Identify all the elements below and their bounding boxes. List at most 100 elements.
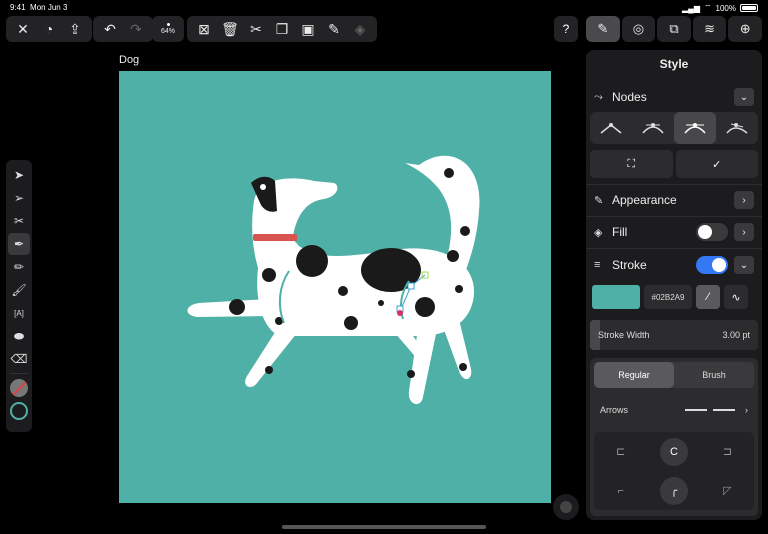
- battery-percent: 100%: [715, 3, 736, 13]
- appearance-row[interactable]: ✎ Appearance ›: [586, 185, 762, 215]
- close-icon[interactable]: ✕: [12, 18, 34, 40]
- trash-icon[interactable]: 🗑: [219, 18, 241, 40]
- stroke-width-slider[interactable]: Stroke Width 3.00 pt: [590, 320, 758, 350]
- redo-icon[interactable]: ↷: [125, 18, 147, 40]
- nodes-section-header[interactable]: ⤳ Nodes ⌄: [586, 82, 762, 112]
- fill-swatch[interactable]: [8, 377, 30, 399]
- tab-style[interactable]: ✎: [586, 16, 620, 42]
- scissors-tool-icon[interactable]: ✂: [8, 210, 30, 232]
- home-indicator: [282, 525, 486, 529]
- chevron-right-icon[interactable]: ›: [734, 191, 754, 209]
- stroke-options: Regular Brush Arrows › ⊏ C ⊐ ⌐ ╭ ◸: [590, 358, 758, 516]
- miter-join-button[interactable]: ⌐: [594, 471, 647, 510]
- selection-tool-icon[interactable]: ➤: [8, 164, 30, 186]
- smart-node-button[interactable]: [716, 112, 758, 144]
- battery-icon: [740, 4, 758, 12]
- pencil-tool-icon[interactable]: ✏: [8, 256, 30, 278]
- eyedropper-icon[interactable]: ⁄: [696, 285, 720, 309]
- round-join-button[interactable]: ╭: [647, 471, 700, 510]
- deselect-icon[interactable]: ⊠: [193, 18, 215, 40]
- plus-icon: ⊕: [739, 21, 751, 36]
- copy-style-icon[interactable]: ✎: [323, 18, 345, 40]
- document-toolbar: ✕ ◔ ⇪: [6, 16, 92, 42]
- status-right: ▂▄▆ ⌔ 100%: [682, 3, 758, 13]
- shape-tool-icon[interactable]: ⬬: [8, 325, 30, 347]
- nodes-label: Nodes: [612, 90, 647, 104]
- quick-action-button[interactable]: [553, 494, 579, 520]
- paste-icon[interactable]: ▣: [297, 18, 319, 40]
- history-toolbar: ↶ ↷: [93, 16, 153, 42]
- layers-icon: ≋: [704, 21, 716, 36]
- copy-icon[interactable]: ❐: [271, 18, 293, 40]
- tab-boolean[interactable]: ⧉: [657, 16, 691, 42]
- pen-tool-icon[interactable]: ✒: [8, 233, 30, 255]
- share-icon[interactable]: ⇪: [64, 18, 86, 40]
- stroke-color-swatch[interactable]: [592, 285, 640, 309]
- status-bar: 9:41 Mon Jun 3 ▂▄▆ ⌔ 100%: [0, 0, 768, 14]
- tools-divider: [10, 373, 28, 374]
- chevron-down-icon[interactable]: ⌄: [734, 88, 754, 106]
- cap-join-grid: ⊏ C ⊐ ⌐ ╭ ◸: [594, 432, 754, 510]
- miter-join-icon: ⌐: [617, 484, 624, 497]
- edit-toolbar: ⊠ 🗑 ✂ ❐ ▣ ✎ ◈: [187, 16, 377, 42]
- regular-mode-button[interactable]: Regular: [594, 362, 674, 388]
- symmetric-node-button[interactable]: [674, 112, 716, 144]
- sharp-node-button[interactable]: [590, 112, 632, 144]
- round-cap-button[interactable]: C: [647, 432, 700, 471]
- arrows-row[interactable]: Arrows ›: [594, 396, 754, 424]
- scissors-icon[interactable]: ✂: [245, 18, 267, 40]
- symmetric-node-icon: [684, 123, 706, 134]
- square-cap-button[interactable]: ⊐: [701, 432, 754, 471]
- smooth-node-button[interactable]: [632, 112, 674, 144]
- chevron-down-icon[interactable]: ⌄: [734, 256, 754, 274]
- fill-label: Fill: [612, 225, 628, 239]
- stroke-color-row: #02B2A9 ⁄ ∿: [592, 284, 758, 310]
- appearance-label: Appearance: [612, 193, 677, 207]
- zoom-button[interactable]: 64%: [154, 18, 182, 40]
- appearance-brush-icon: ✎: [594, 194, 604, 207]
- text-tool-icon[interactable]: [A]: [8, 302, 30, 324]
- bevel-join-button[interactable]: ◸: [701, 471, 754, 510]
- help-button[interactable]: ?: [554, 16, 578, 42]
- artboard-title: Dog: [119, 54, 140, 66]
- paste-style-icon[interactable]: ◈: [349, 18, 371, 40]
- checkmark-icon: ✓: [712, 158, 722, 171]
- round-join-icon: ╭: [659, 476, 688, 505]
- stroke-mode-segmented: Regular Brush: [594, 362, 754, 388]
- arrow-preview-icon: [685, 409, 735, 411]
- brush-tool-icon[interactable]: 🖌: [8, 279, 30, 301]
- fill-bucket-icon: ◈: [594, 226, 603, 239]
- dog-illustration[interactable]: [119, 71, 551, 503]
- artboard[interactable]: [119, 71, 551, 503]
- transform-box-button[interactable]: ⛶: [590, 150, 673, 178]
- panel-title: Style: [659, 57, 689, 71]
- undo-icon[interactable]: ↶: [99, 18, 121, 40]
- node-tool-icon[interactable]: ➢: [8, 187, 30, 209]
- stroke-profile-icon[interactable]: ∿: [724, 285, 748, 309]
- stroke-ring-icon: [10, 402, 28, 420]
- brush-icon: ✎: [597, 21, 609, 36]
- done-button[interactable]: ✓: [675, 150, 758, 178]
- stroke-lines-icon: ≡: [594, 259, 601, 271]
- eraser-tool-icon[interactable]: ⌫: [8, 348, 30, 370]
- wifi-icon: ⌔: [704, 3, 712, 12]
- boolean-icon: ⧉: [669, 21, 679, 36]
- brush-mode-button[interactable]: Brush: [674, 362, 754, 388]
- stroke-row[interactable]: ≡ Stroke ⌄: [586, 250, 762, 280]
- tab-add[interactable]: ⊕: [728, 16, 762, 42]
- butt-cap-button[interactable]: ⊏: [594, 432, 647, 471]
- document-settings-icon[interactable]: ◔: [38, 18, 60, 40]
- stroke-toggle[interactable]: [696, 256, 728, 274]
- butt-cap-icon: ⊏: [616, 446, 626, 458]
- stroke-label: Stroke: [612, 258, 647, 272]
- inspector-tabs: ✎ ◎ ⧉ ≋ ⊕: [586, 16, 762, 42]
- fill-row[interactable]: ◈ Fill ›: [586, 217, 762, 247]
- no-fill-icon: [10, 379, 28, 397]
- tab-layers[interactable]: ≋: [692, 16, 727, 42]
- stroke-hex-field[interactable]: #02B2A9: [644, 285, 692, 309]
- chevron-right-icon[interactable]: ›: [734, 223, 754, 241]
- fill-toggle[interactable]: [696, 223, 728, 241]
- tab-arrange[interactable]: ◎: [621, 16, 656, 42]
- circle-icon: [560, 501, 572, 513]
- stroke-swatch[interactable]: [8, 400, 30, 422]
